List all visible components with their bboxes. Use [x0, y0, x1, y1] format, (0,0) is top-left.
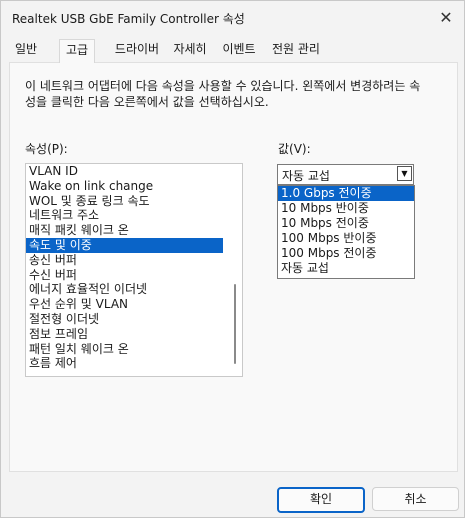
- tab-general[interactable]: 일반: [9, 40, 43, 61]
- value-dropdown-list[interactable]: 1.0 Gbps 전이중 10 Mbps 반이중 10 Mbps 전이중 100…: [277, 185, 415, 279]
- tab-power-management[interactable]: 전원 관리: [266, 40, 326, 61]
- value-combobox[interactable]: 자동 교섭 ▼: [277, 164, 414, 185]
- list-item[interactable]: Wake on link change: [26, 179, 223, 194]
- close-icon[interactable]: ✕: [433, 5, 459, 29]
- properties-dialog: Realtek USB GbE Family Controller 속성 ✕ 일…: [0, 0, 465, 518]
- scroll-thumb[interactable]: [234, 284, 236, 364]
- property-label: 속성(P):: [25, 142, 68, 156]
- dropdown-option[interactable]: 100 Mbps 전이중: [278, 246, 414, 261]
- title-bar: Realtek USB GbE Family Controller 속성 ✕: [1, 1, 464, 35]
- list-item[interactable]: 수신 버퍼: [26, 268, 223, 283]
- tab-events[interactable]: 이벤트: [216, 40, 262, 61]
- dropdown-option[interactable]: 100 Mbps 반이중: [278, 231, 414, 246]
- combobox-value: 자동 교섭: [282, 169, 330, 183]
- list-item-selected[interactable]: 속도 및 이중: [26, 237, 223, 253]
- cancel-button[interactable]: 취소: [372, 487, 459, 511]
- list-item[interactable]: 에너지 효율적인 이더넷: [26, 282, 223, 297]
- ok-button[interactable]: 확인: [277, 487, 365, 513]
- window-title: Realtek USB GbE Family Controller 속성: [12, 12, 245, 26]
- list-item[interactable]: WOL 및 종료 링크 속도: [26, 194, 223, 209]
- list-item[interactable]: 점보 프레임: [26, 327, 223, 342]
- dropdown-option[interactable]: 자동 교섭: [278, 261, 414, 276]
- tab-details[interactable]: 자세히: [168, 40, 212, 61]
- chevron-down-icon[interactable]: ▼: [397, 166, 412, 181]
- tab-strip: 일반 고급 드라이버 자세히 이벤트 전원 관리: [9, 39, 459, 63]
- list-item[interactable]: 매직 패킷 웨이크 온: [26, 223, 223, 238]
- list-item[interactable]: 흐름 제어: [26, 356, 223, 371]
- dropdown-option-highlighted[interactable]: 1.0 Gbps 전이중: [278, 186, 414, 201]
- value-label: 값(V):: [278, 142, 311, 156]
- property-list[interactable]: VLAN ID Wake on link change WOL 및 종료 링크 …: [25, 163, 243, 377]
- list-item[interactable]: 우선 순위 및 VLAN: [26, 297, 223, 312]
- list-item[interactable]: 패턴 일치 웨이크 온: [26, 342, 223, 357]
- list-item[interactable]: 절전형 이더넷: [26, 312, 223, 327]
- description-text: 이 네트워크 어댑터에 다음 속성을 사용할 수 있습니다. 왼쪽에서 변경하려…: [25, 79, 421, 109]
- advanced-panel: 이 네트워크 어댑터에 다음 속성을 사용할 수 있습니다. 왼쪽에서 변경하려…: [9, 62, 458, 472]
- list-item[interactable]: 네트워크 주소: [26, 208, 223, 223]
- list-scrollbar[interactable]: [228, 164, 242, 376]
- tab-driver[interactable]: 드라이버: [109, 40, 165, 61]
- list-item[interactable]: VLAN ID: [26, 164, 223, 179]
- list-item[interactable]: 송신 버퍼: [26, 253, 223, 268]
- tab-advanced[interactable]: 고급: [59, 39, 95, 63]
- dropdown-option[interactable]: 10 Mbps 반이중: [278, 201, 414, 216]
- dropdown-option[interactable]: 10 Mbps 전이중: [278, 216, 414, 231]
